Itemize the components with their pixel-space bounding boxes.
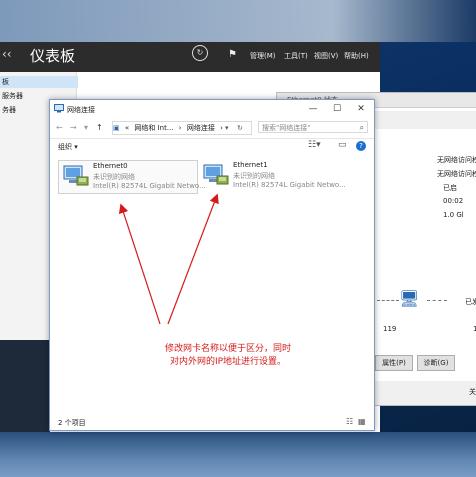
close-button[interactable]: ✕ — [354, 103, 368, 115]
details-view-icon[interactable]: ☷ — [346, 417, 353, 426]
menu-tools[interactable]: 工具(T) — [284, 51, 308, 61]
menu-help[interactable]: 帮助(H) — [344, 51, 369, 61]
breadcrumb-overflow[interactable]: « — [125, 124, 129, 132]
help-icon[interactable]: ? — [356, 141, 366, 151]
sidebar-lower-panel — [0, 340, 50, 432]
status-ipv6-value: 无网络访问权 — [437, 170, 476, 178]
address-dropdown-icon[interactable]: ▾ — [225, 122, 229, 134]
preview-pane-icon[interactable]: ▭ — [338, 140, 347, 150]
activity-sent-label: 已发 — [465, 298, 476, 306]
diagnose-button[interactable]: 诊断(G) — [417, 355, 455, 371]
flag-icon[interactable]: ⚑ — [228, 49, 237, 60]
annotation-arrow-right — [167, 193, 219, 325]
window-titlebar[interactable]: 网络连接 — ☐ ✕ — [50, 100, 374, 118]
status-footer: 关 — [375, 381, 476, 405]
activity-line-right — [427, 300, 447, 302]
window-title: 网络连接 — [67, 106, 95, 114]
command-bar: 组织 ▾ ☷▾ ▭ ? — [50, 138, 374, 154]
search-placeholder: 搜索"网络连接" — [262, 124, 311, 132]
annotation-line-2: 对内外网的IP地址进行设置。 — [169, 357, 287, 367]
search-input[interactable]: 搜索"网络连接" ⌕ — [258, 121, 368, 133]
tiles-view-icon[interactable]: ▦ — [358, 417, 366, 426]
desktop-bottom-band — [0, 432, 476, 477]
breadcrumb-network-connections[interactable]: 网络连接 — [187, 124, 215, 132]
breadcrumb-separator: › — [220, 124, 223, 132]
desktop-top-band — [0, 0, 476, 42]
annotation-arrow-left — [118, 203, 161, 325]
sidebar-item-dashboard[interactable]: 板 — [0, 76, 78, 88]
adapter-ethernet0[interactable]: Ethernet0 未识别的网络 Intel(R) 82574L Gigabit… — [58, 160, 206, 194]
minimize-button[interactable]: — — [306, 103, 320, 115]
status-ipv4-value: 无网络访问权 — [437, 156, 476, 164]
item-count: 2 个项目 — [58, 419, 86, 427]
adapter-status: 未识别的网络 — [233, 172, 275, 180]
recent-dropdown-icon[interactable]: ▾ — [84, 123, 88, 132]
network-folder-icon — [54, 104, 64, 113]
adapter-device: Intel(R) 82574L Gigabit Netwo... — [233, 181, 346, 189]
network-adapter-icon — [63, 165, 89, 186]
refresh-icon[interactable]: ↻ — [237, 122, 243, 134]
back-icon[interactable]: ‹‹ — [2, 47, 12, 61]
search-icon[interactable]: ⌕ — [360, 122, 364, 134]
properties-button[interactable]: 属性(P) — [375, 355, 413, 371]
network-connections-window: 网络连接 — ☐ ✕ ← → ▾ ↑ ▣ « 网络和 Int... › 网络连接… — [49, 99, 375, 431]
view-options-icon[interactable]: ☷▾ — [308, 140, 321, 150]
activity-line-left — [377, 300, 399, 302]
server-manager-header: ‹‹ 仪表板 ↻ ⚑ 管理(M) 工具(T) 视图(V) 帮助(H) — [0, 42, 380, 72]
adapter-device: Intel(R) 82574L Gigabit Netwo... — [93, 182, 206, 190]
adapter-name: Ethernet0 — [93, 162, 128, 170]
menu-manage[interactable]: 管理(M) — [250, 51, 276, 61]
status-duration-value: 00:02 — [443, 197, 464, 205]
adapter-name: Ethernet1 — [233, 161, 268, 169]
address-box[interactable]: ▣ « 网络和 Int... › 网络连接 › ▾ ↻ — [112, 121, 252, 135]
organize-menu[interactable]: 组织 ▾ — [58, 142, 78, 152]
status-speed-value: 1.0 Gl — [443, 211, 464, 219]
back-arrow-icon[interactable]: ← — [56, 123, 63, 132]
computer-icon: 🖥 — [399, 289, 420, 308]
breadcrumb-network-internet[interactable]: 网络和 Int... — [134, 124, 173, 132]
refresh-icon[interactable]: ↻ — [192, 45, 208, 61]
annotation-note: 修改网卡名称以便于区分，同时 对内外网的IP地址进行设置。 — [148, 343, 308, 369]
address-bar-row: ← → ▾ ↑ ▣ « 网络和 Int... › 网络连接 › ▾ ↻ 搜索"网… — [50, 118, 374, 139]
annotation-line-1: 修改网卡名称以便于区分，同时 — [164, 344, 291, 354]
server-manager-title: 仪表板 — [30, 47, 76, 65]
network-adapter-icon — [203, 164, 229, 185]
forward-arrow-icon[interactable]: → — [70, 123, 77, 132]
maximize-button[interactable]: ☐ — [330, 103, 344, 115]
status-bar: 2 个项目 ☷ ▦ — [50, 414, 374, 430]
adapter-ethernet1[interactable]: Ethernet1 未识别的网络 Intel(R) 82574L Gigabit… — [199, 160, 346, 192]
close-label[interactable]: 关 — [469, 387, 476, 397]
status-media-value: 已启 — [443, 184, 457, 192]
menu-view[interactable]: 视图(V) — [314, 51, 338, 61]
network-icon: ▣ — [113, 124, 120, 132]
activity-sent-value: 119 — [383, 325, 397, 333]
up-arrow-icon[interactable]: ↑ — [96, 123, 103, 132]
adapter-status: 未识别的网络 — [93, 173, 135, 181]
breadcrumb-separator: › — [178, 124, 182, 132]
